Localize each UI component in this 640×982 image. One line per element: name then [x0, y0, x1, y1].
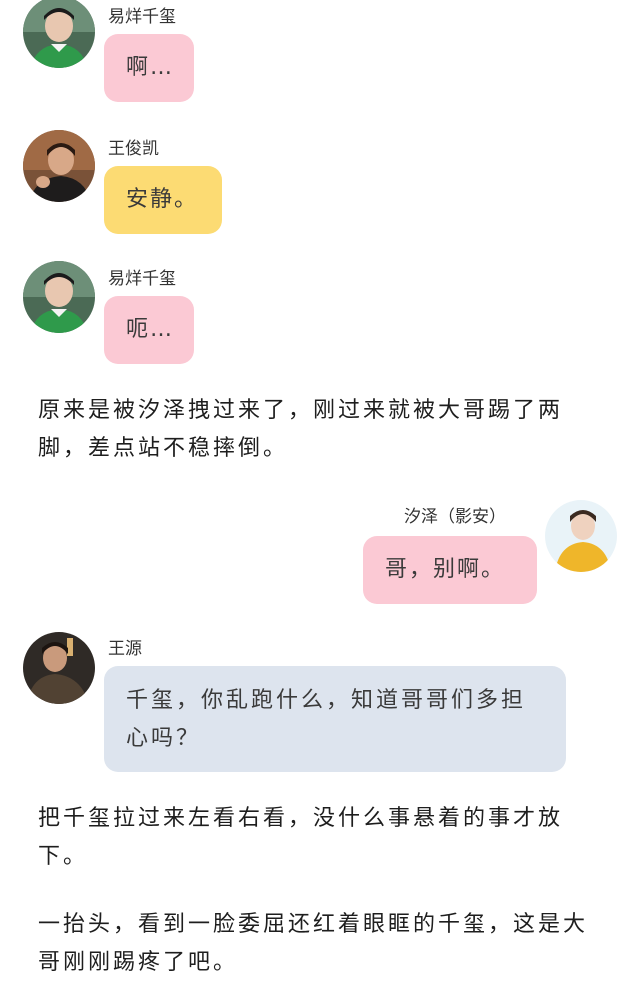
- chat-story: 易烊千玺 啊… 王俊凯 安静。 易烊千玺 呃… 原来是被汐泽拽过来了，刚过来就被…: [0, 0, 640, 982]
- message-qianxi-2: 易烊千玺 呃…: [0, 258, 640, 368]
- speaker-name: 王俊凯: [108, 139, 159, 159]
- avatar-junkai[interactable]: [23, 130, 95, 202]
- message-junkai: 王俊凯 安静。: [0, 126, 640, 238]
- speaker-name: 易烊千玺: [108, 7, 176, 27]
- narration-paragraph: 把千玺拉过来左看右看，没什么事悬着的事才放下。: [38, 806, 564, 869]
- message-wangyuan: 王源 千玺，你乱跑什么，知道哥哥们多担心吗？: [0, 628, 640, 776]
- avatar-wangyuan[interactable]: [23, 632, 95, 704]
- message-qianxi-1: 易烊千玺 啊…: [0, 0, 640, 110]
- avatar-qianxi[interactable]: [23, 261, 95, 333]
- message-bubble[interactable]: 安静。: [104, 166, 222, 234]
- message-bubble[interactable]: 啊…: [104, 34, 194, 102]
- message-bubble[interactable]: 哥，别啊。: [363, 536, 537, 604]
- avatar-qianxi[interactable]: [23, 0, 95, 68]
- message-bubble[interactable]: 千玺，你乱跑什么，知道哥哥们多担心吗？: [104, 666, 566, 772]
- speaker-name: 汐泽（影安）: [404, 507, 506, 527]
- message-bubble[interactable]: 呃…: [104, 296, 194, 364]
- message-xize: 汐泽（影安） 哥，别啊。: [0, 496, 640, 608]
- narration-paragraph: 原来是被汐泽拽过来了，刚过来就被大哥踢了两脚，差点站不稳摔倒。: [38, 398, 564, 461]
- speaker-name: 易烊千玺: [108, 269, 176, 289]
- narration-paragraph: 一抬头，看到一脸委屈还红着眼眶的千玺，这是大哥刚刚踢疼了吧。: [38, 912, 589, 975]
- avatar-xize[interactable]: [545, 500, 617, 572]
- speaker-name: 王源: [108, 639, 142, 659]
